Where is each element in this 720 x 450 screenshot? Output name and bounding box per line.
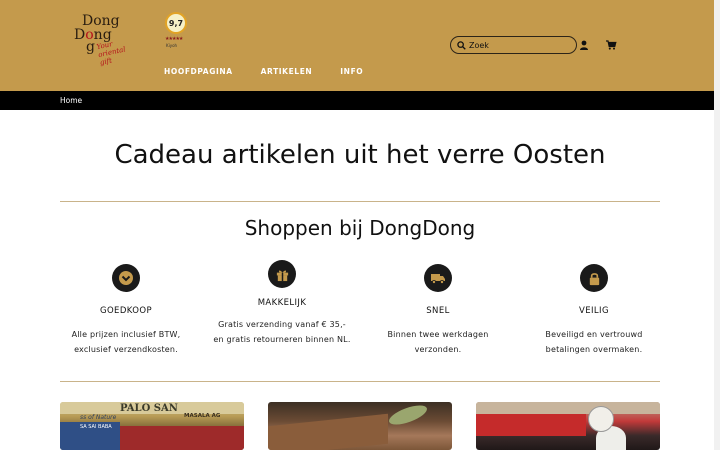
rating-caption: Kiyoh: [166, 43, 178, 48]
feature-veilig: VEILIG Beveiligd en vertrouwd betalingen…: [524, 262, 664, 362]
main-nav: HOOFDPAGINA ARTIKELEN INFO: [164, 67, 391, 76]
scrollbar[interactable]: [714, 0, 720, 450]
page: Dong Dong g Your oriental gift 9,7 ★★★★★…: [0, 0, 720, 450]
feature-title: SNEL: [426, 306, 450, 316]
feature-text: Gratis verzending vanaf € 35,- en gratis…: [213, 320, 351, 344]
gift-icon: [268, 260, 296, 288]
lock-icon: [580, 264, 608, 292]
feature-makkelijk: MAKKELIJK Gratis verzending vanaf € 35,-…: [212, 258, 352, 368]
thumbnail-text: PALO SAN: [120, 403, 178, 414]
logo-line-3: g: [86, 39, 95, 55]
search-box[interactable]: [450, 36, 577, 54]
cart-icon[interactable]: [605, 39, 617, 51]
thumbnail-text: MASALA AG: [184, 413, 221, 419]
logo-line-1: Dong: [82, 13, 120, 29]
page-title: Cadeau artikelen uit het verre Oosten: [114, 140, 606, 170]
feature-text: Alle prijzen inclusief BTW, exclusief ve…: [71, 330, 181, 354]
feature-title: GOEDKOOP: [99, 306, 152, 316]
rating-stars: ★★★★★: [165, 36, 183, 42]
feature-text: Binnen twee werkdagen verzonden.: [387, 330, 489, 354]
nav-item-artikelen[interactable]: ARTIKELEN: [261, 67, 313, 76]
chevron-down-circle-icon: [112, 264, 140, 292]
thumbnail-text: ss of Nature: [80, 414, 117, 421]
site-header: Dong Dong g Your oriental gift 9,7 ★★★★★…: [0, 0, 714, 91]
feature-snel: SNEL Binnen twee werkdagen verzonden.: [368, 262, 508, 362]
dongdong-logo[interactable]: Dong Dong g Your oriental gift: [68, 10, 128, 74]
product-thumbnail[interactable]: [476, 402, 660, 450]
divider: [60, 381, 660, 382]
feature-title: VEILIG: [579, 306, 609, 316]
breadcrumb-home[interactable]: Home: [60, 96, 82, 105]
nav-item-info[interactable]: INFO: [340, 67, 363, 76]
product-thumbnail[interactable]: PALO SAN ss of Nature MASALA AG SA SAI B…: [60, 402, 244, 450]
user-icon[interactable]: [578, 39, 590, 51]
product-thumbnail[interactable]: [268, 402, 452, 450]
rating-badge[interactable]: 9,7 ★★★★★ Kiyoh: [162, 12, 190, 54]
search-icon[interactable]: [457, 40, 466, 50]
nav-item-hoofdpagina[interactable]: HOOFDPAGINA: [164, 67, 233, 76]
truck-icon: [424, 264, 452, 292]
feature-text: Beveiligd en vertrouwd betalingen overma…: [545, 330, 643, 354]
logo-tagline: Your oriental gift: [95, 40, 127, 67]
rating-score: 9,7: [165, 12, 187, 34]
feature-goedkoop: GOEDKOOP Alle prijzen inclusief BTW, exc…: [56, 262, 196, 362]
search-input[interactable]: [469, 40, 569, 50]
breadcrumb-bar: Home: [0, 91, 720, 110]
divider: [60, 201, 660, 202]
feature-title: MAKKELIJK: [257, 298, 307, 308]
thumbnail-text: SA SAI BABA: [80, 424, 112, 430]
section-title: Shoppen bij DongDong: [244, 216, 476, 240]
